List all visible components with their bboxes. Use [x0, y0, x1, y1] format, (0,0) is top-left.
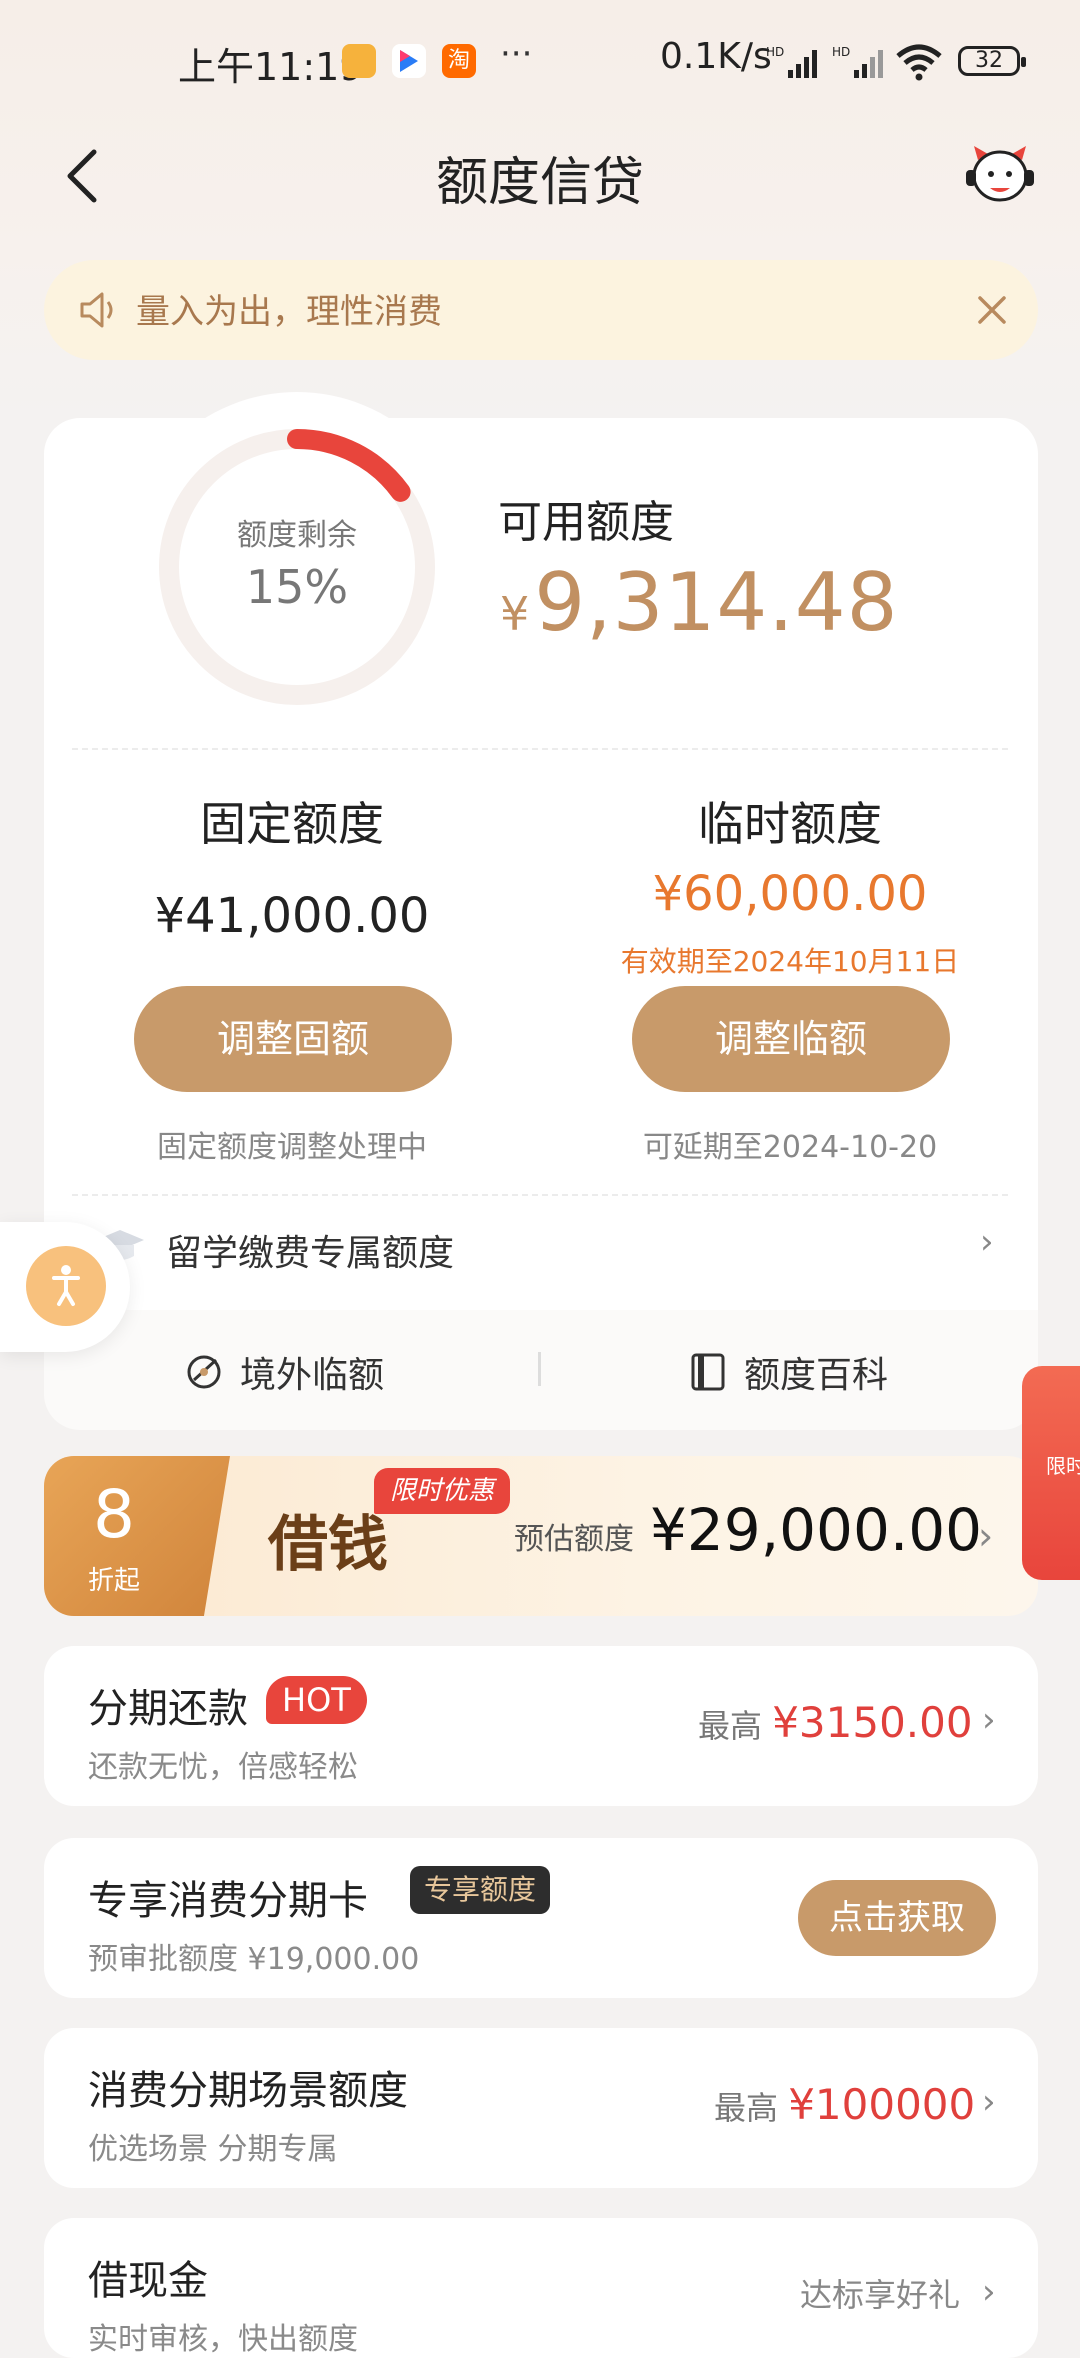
svg-text:HD: HD — [766, 45, 784, 59]
chevron-right-icon: › — [978, 1514, 994, 1558]
hot-badge: HOT — [266, 1676, 367, 1724]
temp-credit-valid: 有效期至2024年10月11日 — [620, 945, 960, 978]
chevron-right-icon: › — [982, 2272, 996, 2312]
chevron-right-icon: › — [982, 1700, 996, 1740]
fixed-credit-title: 固定额度 — [200, 797, 384, 851]
ring-percent: 15% — [245, 560, 349, 614]
installment-amount: ¥3150.00 — [772, 1698, 973, 1747]
exclusive-card-title: 专享消费分期卡 — [88, 1878, 368, 1924]
installment-subtitle: 还款无忧，倍感轻松 — [88, 1750, 358, 1785]
max-prefix: 最高 — [714, 2089, 779, 2127]
cash-title: 借现金 — [88, 2258, 208, 2304]
exclusive-card-subtitle: 预审批额度 ¥19,000.00 — [88, 1942, 420, 1977]
accessibility-icon — [52, 1265, 80, 1306]
exclusive-installment-card[interactable]: 专享消费分期卡 专享额度 预审批额度 ¥19,000.00 点击获取 — [44, 1838, 1038, 1998]
taobao-app-icon: 淘 — [442, 44, 476, 78]
installment-max: 最高 ¥3150.00 — [698, 1698, 973, 1747]
temp-credit-note: 可延期至2024-10-20 — [642, 1130, 938, 1165]
page-title: 额度信贷 — [435, 153, 644, 213]
adjust-temp-button[interactable]: 调整临额 — [632, 986, 950, 1092]
status-time: 上午11:19 — [178, 45, 364, 89]
temp-credit-amount: ¥60,000.00 — [652, 866, 928, 922]
max-prefix: 最高 — [698, 1707, 763, 1745]
overseas-credit-label: 境外临额 — [240, 1355, 385, 1396]
available-credit-amount: ¥9,314.48 — [500, 556, 899, 649]
available-amount-value: 9,314.48 — [534, 556, 899, 649]
signal-2-icon: HD — [832, 45, 883, 78]
available-credit-label: 可用额度 — [498, 497, 674, 548]
accessibility-float-button[interactable] — [0, 1222, 130, 1352]
side-promo-text: 限时 — [1046, 1454, 1080, 1478]
cash-reward-label: 达标享好礼 — [800, 2276, 961, 2314]
remaining-ring: 额度剩余 15% — [112, 382, 482, 752]
estimate-amount: ¥29,000.00 — [650, 1496, 983, 1564]
ring-label: 额度剩余 — [237, 518, 357, 553]
scene-title: 消费分期场景额度 — [88, 2068, 408, 2114]
cash-subtitle: 实时审核，快出额度 — [88, 2322, 358, 2357]
globe-plane-icon — [187, 1355, 221, 1389]
borrow-title: 借钱 — [268, 1510, 388, 1580]
currency-symbol: ¥ — [500, 587, 531, 641]
fixed-credit-amount: ¥41,000.00 — [154, 888, 430, 944]
more-notifications-icon: ··· — [500, 34, 533, 74]
battery-indicator: 32 — [958, 46, 1026, 76]
discount-unit: 折起 — [87, 1566, 140, 1596]
overseas-credit-link[interactable]: 境外临额 — [184, 1346, 424, 1396]
study-abroad-label: 留学缴费专属额度 — [166, 1233, 455, 1274]
divider — [72, 748, 1008, 750]
borrow-money-banner[interactable]: 8 折起 借钱 限时优惠 预估额度 ¥29,000.00 › — [44, 1456, 1038, 1616]
notes-app-icon — [342, 44, 376, 78]
scene-subtitle: 优选场景 分期专属 — [88, 2132, 338, 2167]
limited-offer-tag: 限时优惠 — [374, 1468, 511, 1514]
scene-amount: ¥100000 — [788, 2080, 976, 2129]
speaker-icon — [80, 292, 113, 328]
credit-wiki-label: 额度百科 — [744, 1355, 889, 1396]
wifi-icon — [896, 44, 942, 81]
get-now-button[interactable]: 点击获取 — [798, 1880, 996, 1956]
credit-card-footer: 境外临额 额度百科 — [44, 1310, 1038, 1430]
book-icon — [691, 1353, 725, 1391]
notice-text: 量入为出，理性消费 — [136, 292, 442, 332]
fixed-credit-note: 固定额度调整处理中 — [157, 1130, 427, 1165]
youku-app-icon — [392, 44, 426, 78]
temp-credit-title: 临时额度 — [698, 797, 882, 851]
signal-icon: HD — [766, 45, 817, 78]
chevron-right-icon: › — [982, 2082, 996, 2122]
close-icon[interactable] — [968, 286, 1016, 334]
customer-service-mascot-icon[interactable] — [964, 142, 1036, 206]
exclusive-badge: 专享额度 — [410, 1866, 551, 1914]
side-promo-tab[interactable]: 限时 — [1022, 1366, 1080, 1580]
scene-quota-card[interactable]: 消费分期场景额度 优选场景 分期专属 最高 ¥100000 › — [44, 2028, 1038, 2188]
estimate-label: 预估额度 — [514, 1522, 634, 1557]
installment-repay-card[interactable]: 分期还款 HOT 还款无忧，倍感轻松 最高 ¥3150.00 › — [44, 1646, 1038, 1806]
borrow-cash-card[interactable]: 借现金 实时审核，快出额度 达标享好礼 › — [44, 2218, 1038, 2358]
chevron-right-icon: › — [980, 1222, 994, 1262]
status-bar: 上午11:19 淘 ··· 0.1K/s HD HD 32 — [0, 0, 1080, 120]
discount-number: 8 — [93, 1476, 135, 1553]
scene-max: 最高 ¥100000 — [714, 2080, 975, 2129]
credit-wiki-link[interactable]: 额度百科 — [690, 1346, 930, 1396]
notice-bar: 量入为出，理性消费 — [44, 260, 1038, 360]
adjust-fixed-button[interactable]: 调整固额 — [134, 986, 452, 1092]
installment-title: 分期还款 — [88, 1686, 248, 1732]
network-speed: 0.1K/s — [660, 36, 772, 77]
study-abroad-row[interactable]: 留学缴费专属额度 › — [72, 1192, 1012, 1302]
separator — [538, 1352, 541, 1386]
svg-text:HD: HD — [832, 45, 850, 59]
